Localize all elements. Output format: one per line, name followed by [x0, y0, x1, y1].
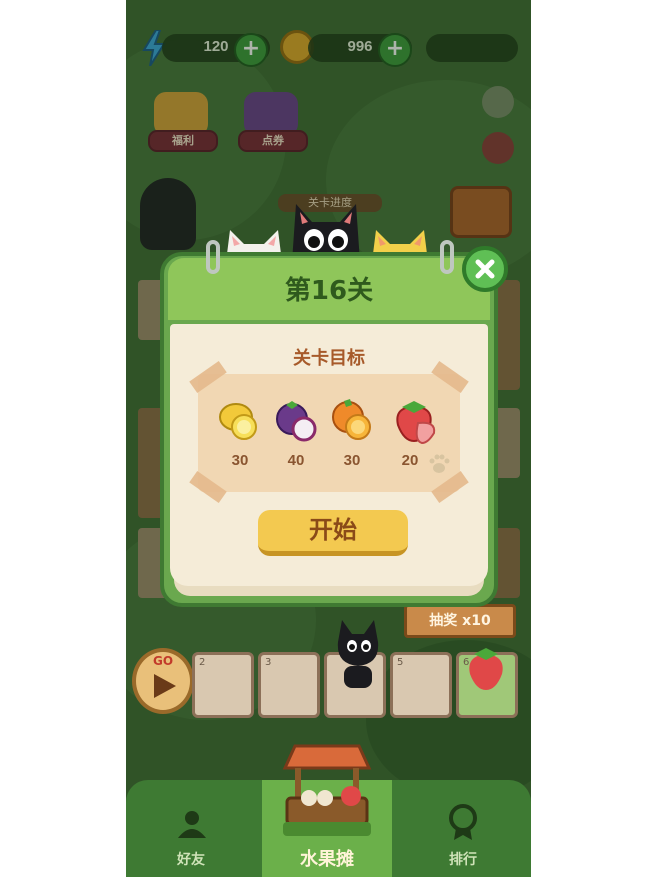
draw-x10-sign: 抽奖 x10: [404, 604, 516, 638]
level-title: 第16关: [284, 276, 374, 306]
close-icon: [475, 259, 495, 279]
fruit-stand-icon: [282, 744, 372, 836]
lemon-icon: [219, 403, 257, 440]
tile-number: 2: [199, 657, 206, 668]
level-goal-dialog: 第16关 关卡目标 30 40 30 20 开始: [160, 240, 508, 607]
tile-number: 3: [265, 657, 272, 668]
lemon-count: 30: [231, 452, 249, 469]
tile-number: 5: [397, 657, 404, 668]
play-arrow-icon: [154, 674, 176, 698]
board-tile: 3: [258, 652, 320, 718]
orange-icon: [332, 399, 371, 440]
go-button[interactable]: GO: [132, 648, 194, 714]
rank-medal-icon: [449, 804, 477, 840]
nav-friends[interactable]: 好友: [126, 790, 256, 877]
strawberry-icon: [396, 401, 436, 445]
nav-rank[interactable]: 排行: [398, 790, 528, 877]
close-button[interactable]: [462, 246, 508, 292]
paw-print-icon: [429, 454, 450, 473]
binder-ring: [206, 240, 220, 274]
black-cat-piece: [337, 620, 379, 688]
nav-fruit-shop-label: 水果摊: [300, 849, 354, 870]
mangosteen-count: 40: [287, 452, 305, 469]
mangosteen-icon: [276, 401, 317, 442]
board-tile: 5: [390, 652, 452, 718]
strawberry-count: 20: [401, 452, 419, 469]
binder-ring: [440, 240, 454, 274]
nav-fruit-shop[interactable]: 水果摊: [262, 730, 392, 877]
nav-friends-label: 好友: [177, 852, 205, 868]
strawberry-icon: [469, 648, 503, 690]
nav-rank-label: 排行: [449, 852, 477, 868]
board-tile: 2: [192, 652, 254, 718]
start-button[interactable]: 开始: [258, 510, 408, 556]
orange-count: 30: [343, 452, 361, 469]
go-label: GO: [152, 654, 174, 668]
friends-icon: [178, 811, 206, 838]
